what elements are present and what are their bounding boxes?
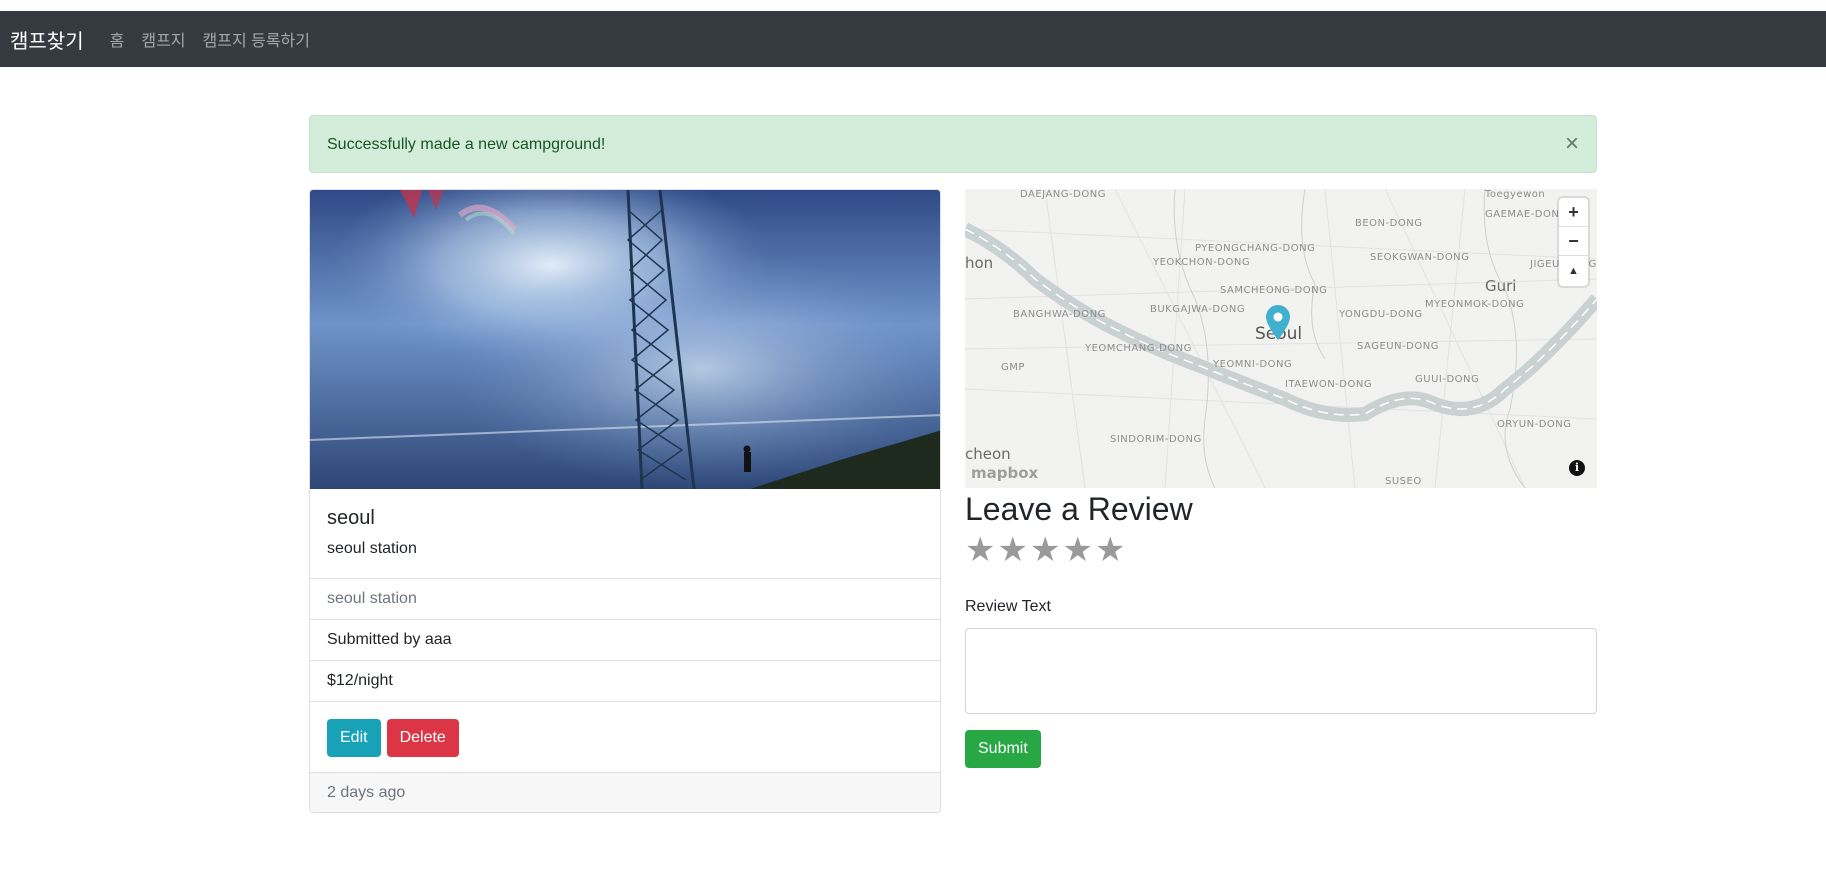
- info-icon[interactable]: i: [1569, 460, 1585, 476]
- map-label: YEOKCHON-DONG: [1153, 257, 1251, 268]
- map-label: ITAEWON-DONG: [1285, 379, 1373, 390]
- map-label: Toegyewon: [1485, 189, 1546, 200]
- campground-posted-time: 2 days ago: [310, 773, 940, 812]
- map-label: BANGHWA-DONG: [1013, 309, 1106, 320]
- campground-author: Submitted by aaa: [310, 620, 940, 661]
- campground-card: seoul seoul station seoul station Submit…: [309, 189, 941, 813]
- submit-button[interactable]: Submit: [965, 730, 1041, 768]
- map-label: MYEONMOK-DONG: [1425, 299, 1525, 310]
- map-label: YEOMNI-DONG: [1213, 359, 1293, 370]
- map-label: PYEONGCHANG-DONG: [1195, 243, 1316, 254]
- campground-location: seoul station: [310, 579, 940, 620]
- nav-link-home[interactable]: 홈: [110, 27, 125, 51]
- map-label: BUKGAJWA-DONG: [1150, 304, 1246, 315]
- map-label: GUUI-DONG: [1415, 374, 1480, 385]
- map-label: Guri: [1485, 277, 1517, 295]
- star-icon[interactable]: ★: [1095, 533, 1125, 567]
- campground-photo: [310, 190, 940, 489]
- map-label: DAEJANG-DONG: [1020, 189, 1106, 200]
- star-icon[interactable]: ★: [965, 533, 995, 567]
- campground-price: $12/night: [310, 661, 940, 702]
- campground-title: seoul: [327, 507, 375, 529]
- zoom-in-icon[interactable]: +: [1559, 198, 1588, 227]
- compass-icon[interactable]: ▲: [1559, 256, 1588, 285]
- nav-link-campgrounds[interactable]: 캠프지: [141, 27, 185, 51]
- map-label: hon: [965, 254, 994, 272]
- success-alert: Successfully made a new campground! ×: [309, 115, 1597, 173]
- brand-logo[interactable]: 캠프찾기: [10, 25, 84, 54]
- review-text-label: Review Text: [965, 598, 1051, 615]
- card-actions: Edit Delete: [310, 702, 940, 773]
- map-label: SINDORIM-DONG: [1110, 434, 1202, 445]
- map-label: YEOMCHANG-DONG: [1085, 343, 1192, 354]
- map-label: SUSEO: [1385, 476, 1422, 487]
- review-text-input[interactable]: [965, 628, 1597, 714]
- map-label: GMP: [1001, 362, 1025, 373]
- top-navbar: 캠프찾기 홈 캠프지 캠프지 등록하기: [0, 11, 1826, 67]
- map-label: cheon: [965, 445, 1011, 463]
- map-zoom-controls: + − ▲: [1559, 198, 1588, 286]
- map-label: BEON-DONG: [1355, 218, 1423, 229]
- map-label: SEOKGWAN-DONG: [1370, 252, 1470, 263]
- map-label: GAEMAE-DONG: [1485, 209, 1568, 220]
- card-body: seoul seoul station: [310, 489, 940, 579]
- edit-button[interactable]: Edit: [327, 719, 381, 757]
- star-icon[interactable]: ★: [1030, 533, 1060, 567]
- zoom-out-icon[interactable]: −: [1559, 227, 1588, 256]
- star-icon[interactable]: ★: [1062, 533, 1092, 567]
- mapbox-logo[interactable]: mapbox: [971, 464, 1038, 482]
- campground-map[interactable]: DAEJANG-DONG BEON-DONG GAEMAE-DONG PYEON…: [965, 189, 1597, 488]
- map-label: SAMCHEONG-DONG: [1220, 285, 1328, 296]
- alert-message: Successfully made a new campground!: [327, 136, 606, 153]
- campground-description: seoul station: [327, 540, 417, 557]
- star-icon[interactable]: ★: [997, 533, 1027, 567]
- nav-link-new-campground[interactable]: 캠프지 등록하기: [203, 27, 311, 51]
- map-label: SAGEUN-DONG: [1357, 341, 1439, 352]
- map-label: YONGDU-DONG: [1339, 309, 1423, 320]
- star-rating[interactable]: ★ ★ ★ ★ ★: [965, 533, 1125, 567]
- map-marker-icon[interactable]: [1265, 305, 1291, 341]
- close-icon[interactable]: ×: [1565, 130, 1579, 158]
- delete-button[interactable]: Delete: [386, 719, 459, 757]
- review-heading: Leave a Review: [965, 491, 1193, 527]
- map-label: ORYUN-DONG: [1497, 419, 1572, 430]
